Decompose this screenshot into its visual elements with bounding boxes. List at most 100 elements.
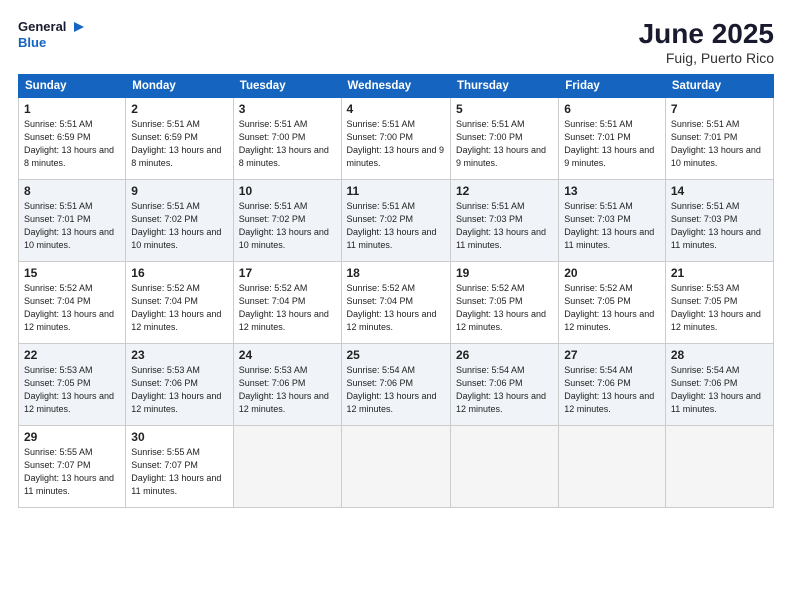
daylight-label: Daylight: 13 hours and 12 minutes. [131, 309, 221, 332]
day-info: Sunrise: 5:52 AM Sunset: 7:05 PM Dayligh… [456, 282, 553, 334]
day-info: Sunrise: 5:51 AM Sunset: 7:02 PM Dayligh… [239, 200, 336, 252]
sunset-label: Sunset: 7:06 PM [671, 378, 738, 388]
sunset-label: Sunset: 7:06 PM [347, 378, 414, 388]
daylight-label: Daylight: 13 hours and 12 minutes. [456, 309, 546, 332]
daylight-label: Daylight: 13 hours and 11 minutes. [671, 391, 761, 414]
week-row-4: 22 Sunrise: 5:53 AM Sunset: 7:05 PM Dayl… [19, 344, 774, 426]
sunrise-label: Sunrise: 5:53 AM [24, 365, 93, 375]
day-cell: 4 Sunrise: 5:51 AM Sunset: 7:00 PM Dayli… [341, 98, 450, 180]
daylight-label: Daylight: 13 hours and 10 minutes. [24, 227, 114, 250]
day-number: 16 [131, 266, 227, 280]
week-row-1: 1 Sunrise: 5:51 AM Sunset: 6:59 PM Dayli… [19, 98, 774, 180]
col-wednesday: Wednesday [341, 75, 450, 98]
day-number: 24 [239, 348, 336, 362]
daylight-label: Daylight: 13 hours and 11 minutes. [347, 227, 437, 250]
day-info: Sunrise: 5:55 AM Sunset: 7:07 PM Dayligh… [131, 446, 227, 498]
day-number: 11 [347, 184, 445, 198]
day-cell: 1 Sunrise: 5:51 AM Sunset: 6:59 PM Dayli… [19, 98, 126, 180]
day-number: 9 [131, 184, 227, 198]
day-cell: 2 Sunrise: 5:51 AM Sunset: 6:59 PM Dayli… [126, 98, 233, 180]
calendar-subtitle: Fuig, Puerto Rico [639, 50, 774, 66]
sunset-label: Sunset: 7:03 PM [564, 214, 631, 224]
day-number: 10 [239, 184, 336, 198]
day-info: Sunrise: 5:54 AM Sunset: 7:06 PM Dayligh… [347, 364, 445, 416]
sunrise-label: Sunrise: 5:52 AM [24, 283, 93, 293]
day-cell: 11 Sunrise: 5:51 AM Sunset: 7:02 PM Dayl… [341, 180, 450, 262]
sunset-label: Sunset: 7:00 PM [456, 132, 523, 142]
day-number: 20 [564, 266, 660, 280]
logo-blue: Blue [18, 36, 86, 50]
sunset-label: Sunset: 6:59 PM [131, 132, 198, 142]
day-number: 25 [347, 348, 445, 362]
sunset-label: Sunset: 7:02 PM [131, 214, 198, 224]
daylight-label: Daylight: 13 hours and 12 minutes. [347, 391, 437, 414]
sunrise-label: Sunrise: 5:54 AM [564, 365, 633, 375]
day-info: Sunrise: 5:53 AM Sunset: 7:05 PM Dayligh… [24, 364, 120, 416]
day-info: Sunrise: 5:51 AM Sunset: 7:01 PM Dayligh… [671, 118, 768, 170]
sunrise-label: Sunrise: 5:55 AM [24, 447, 93, 457]
sunset-label: Sunset: 7:04 PM [131, 296, 198, 306]
day-cell: 21 Sunrise: 5:53 AM Sunset: 7:05 PM Dayl… [665, 262, 773, 344]
day-info: Sunrise: 5:51 AM Sunset: 7:03 PM Dayligh… [456, 200, 553, 252]
day-number: 3 [239, 102, 336, 116]
day-info: Sunrise: 5:51 AM Sunset: 6:59 PM Dayligh… [131, 118, 227, 170]
day-info: Sunrise: 5:51 AM Sunset: 7:02 PM Dayligh… [347, 200, 445, 252]
day-info: Sunrise: 5:51 AM Sunset: 7:03 PM Dayligh… [671, 200, 768, 252]
daylight-label: Daylight: 13 hours and 11 minutes. [131, 473, 221, 496]
daylight-label: Daylight: 13 hours and 10 minutes. [671, 145, 761, 168]
logo-content: General Blue [18, 18, 86, 50]
sunrise-label: Sunrise: 5:53 AM [239, 365, 308, 375]
week-row-5: 29 Sunrise: 5:55 AM Sunset: 7:07 PM Dayl… [19, 426, 774, 508]
day-info: Sunrise: 5:53 AM Sunset: 7:06 PM Dayligh… [239, 364, 336, 416]
sunset-label: Sunset: 7:02 PM [347, 214, 414, 224]
daylight-label: Daylight: 13 hours and 12 minutes. [24, 391, 114, 414]
day-cell [341, 426, 450, 508]
day-info: Sunrise: 5:51 AM Sunset: 7:00 PM Dayligh… [456, 118, 553, 170]
daylight-label: Daylight: 13 hours and 11 minutes. [24, 473, 114, 496]
sunset-label: Sunset: 7:04 PM [347, 296, 414, 306]
daylight-label: Daylight: 13 hours and 12 minutes. [564, 309, 654, 332]
header-row: Sunday Monday Tuesday Wednesday Thursday… [19, 75, 774, 98]
daylight-label: Daylight: 13 hours and 12 minutes. [239, 391, 329, 414]
day-cell: 28 Sunrise: 5:54 AM Sunset: 7:06 PM Dayl… [665, 344, 773, 426]
day-number: 1 [24, 102, 120, 116]
daylight-label: Daylight: 13 hours and 12 minutes. [347, 309, 437, 332]
day-number: 14 [671, 184, 768, 198]
daylight-label: Daylight: 13 hours and 12 minutes. [131, 391, 221, 414]
daylight-label: Daylight: 13 hours and 10 minutes. [239, 227, 329, 250]
col-sunday: Sunday [19, 75, 126, 98]
day-number: 26 [456, 348, 553, 362]
day-number: 12 [456, 184, 553, 198]
sunrise-label: Sunrise: 5:51 AM [239, 201, 308, 211]
sunrise-label: Sunrise: 5:51 AM [347, 119, 416, 129]
sunrise-label: Sunrise: 5:52 AM [131, 283, 200, 293]
sunrise-label: Sunrise: 5:53 AM [131, 365, 200, 375]
day-cell: 30 Sunrise: 5:55 AM Sunset: 7:07 PM Dayl… [126, 426, 233, 508]
sunset-label: Sunset: 7:03 PM [456, 214, 523, 224]
sunrise-label: Sunrise: 5:51 AM [239, 119, 308, 129]
sunset-label: Sunset: 7:01 PM [671, 132, 738, 142]
col-thursday: Thursday [450, 75, 558, 98]
sunrise-label: Sunrise: 5:54 AM [456, 365, 525, 375]
sunset-label: Sunset: 7:00 PM [347, 132, 414, 142]
sunrise-label: Sunrise: 5:51 AM [564, 119, 633, 129]
day-cell: 14 Sunrise: 5:51 AM Sunset: 7:03 PM Dayl… [665, 180, 773, 262]
header: General Blue June 2025 Fuig, Puerto Rico [18, 18, 774, 66]
sunset-label: Sunset: 7:07 PM [131, 460, 198, 470]
day-cell: 25 Sunrise: 5:54 AM Sunset: 7:06 PM Dayl… [341, 344, 450, 426]
sunset-label: Sunset: 7:05 PM [564, 296, 631, 306]
day-info: Sunrise: 5:51 AM Sunset: 6:59 PM Dayligh… [24, 118, 120, 170]
sunrise-label: Sunrise: 5:51 AM [131, 119, 200, 129]
day-info: Sunrise: 5:51 AM Sunset: 7:01 PM Dayligh… [564, 118, 660, 170]
sunset-label: Sunset: 7:05 PM [671, 296, 738, 306]
day-number: 28 [671, 348, 768, 362]
logo-triangle-icon [68, 18, 86, 36]
sunset-label: Sunset: 7:04 PM [239, 296, 306, 306]
daylight-label: Daylight: 13 hours and 12 minutes. [456, 391, 546, 414]
sunrise-label: Sunrise: 5:52 AM [564, 283, 633, 293]
day-cell: 8 Sunrise: 5:51 AM Sunset: 7:01 PM Dayli… [19, 180, 126, 262]
daylight-label: Daylight: 13 hours and 8 minutes. [239, 145, 329, 168]
day-info: Sunrise: 5:53 AM Sunset: 7:05 PM Dayligh… [671, 282, 768, 334]
day-info: Sunrise: 5:55 AM Sunset: 7:07 PM Dayligh… [24, 446, 120, 498]
day-cell: 5 Sunrise: 5:51 AM Sunset: 7:00 PM Dayli… [450, 98, 558, 180]
